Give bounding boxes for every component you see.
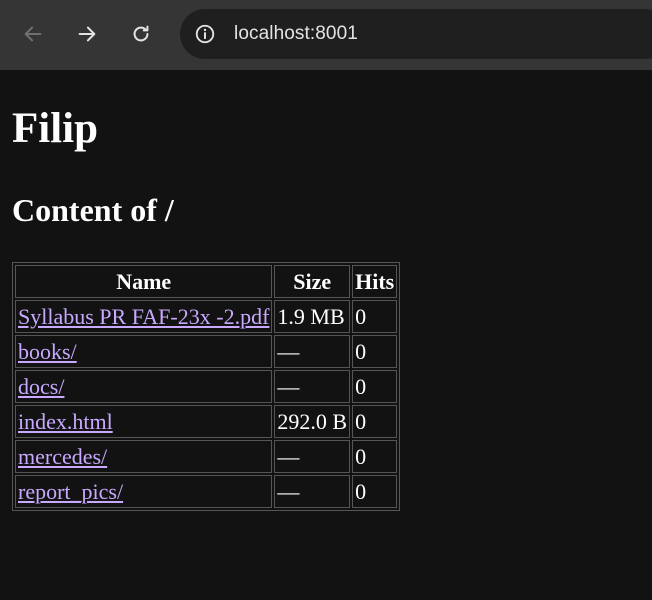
table-row: report_pics/ — 0 [15, 475, 398, 508]
hits-cell: 0 [352, 440, 398, 473]
arrow-left-icon [24, 26, 42, 42]
address-bar[interactable]: localhost:8001 [180, 9, 652, 59]
hits-cell: 0 [352, 405, 398, 438]
page-title: Filip [12, 105, 99, 152]
size-cell: 292.0 B [274, 405, 351, 438]
name-cell: report_pics/ [15, 475, 273, 508]
file-link[interactable]: index.html [18, 409, 113, 434]
name-cell: books/ [15, 335, 273, 368]
back-button[interactable] [15, 16, 51, 52]
reload-icon [133, 25, 149, 42]
column-header-size: Size [274, 265, 351, 298]
arrow-right-icon [78, 26, 96, 42]
file-link[interactable]: Syllabus PR FAF-23x -2.pdf [18, 304, 269, 329]
name-cell: docs/ [15, 370, 273, 403]
forward-button[interactable] [69, 16, 105, 52]
size-cell: — [274, 475, 351, 508]
folder-link[interactable]: books/ [18, 339, 77, 364]
table-row: index.html 292.0 B 0 [15, 405, 398, 438]
hits-cell: 0 [352, 300, 398, 333]
reload-button[interactable] [123, 16, 159, 52]
table-row: Syllabus PR FAF-23x -2.pdf 1.9 MB 0 [15, 300, 398, 333]
name-cell: mercedes/ [15, 440, 273, 473]
url-text[interactable]: localhost:8001 [234, 23, 358, 45]
size-cell: — [274, 440, 351, 473]
folder-link[interactable]: mercedes/ [18, 444, 107, 469]
table-row: books/ — 0 [15, 335, 398, 368]
size-cell: — [274, 335, 351, 368]
column-header-hits: Hits [352, 265, 398, 298]
table-row: docs/ — 0 [15, 370, 398, 403]
size-cell: 1.9 MB [274, 300, 351, 333]
name-cell: index.html [15, 405, 273, 438]
directory-listing-table: Name Size Hits Syllabus PR FAF-23x -2.pd… [12, 262, 401, 511]
hits-cell: 0 [352, 475, 398, 508]
site-info-button[interactable] [192, 21, 218, 47]
table-header-row: Name Size Hits [15, 265, 398, 298]
folder-link[interactable]: report_pics/ [18, 479, 123, 504]
info-icon [195, 24, 215, 44]
hits-cell: 0 [352, 335, 398, 368]
browser-toolbar: localhost:8001 [0, 0, 652, 70]
folder-link[interactable]: docs/ [18, 374, 64, 399]
page-subtitle: Content of / [12, 192, 174, 228]
column-header-name: Name [15, 265, 273, 298]
size-cell: — [274, 370, 351, 403]
hits-cell: 0 [352, 370, 398, 403]
name-cell: Syllabus PR FAF-23x -2.pdf [15, 300, 273, 333]
page-content: Filip Content of / Name Size Hits Syllab… [0, 70, 652, 600]
table-row: mercedes/ — 0 [15, 440, 398, 473]
